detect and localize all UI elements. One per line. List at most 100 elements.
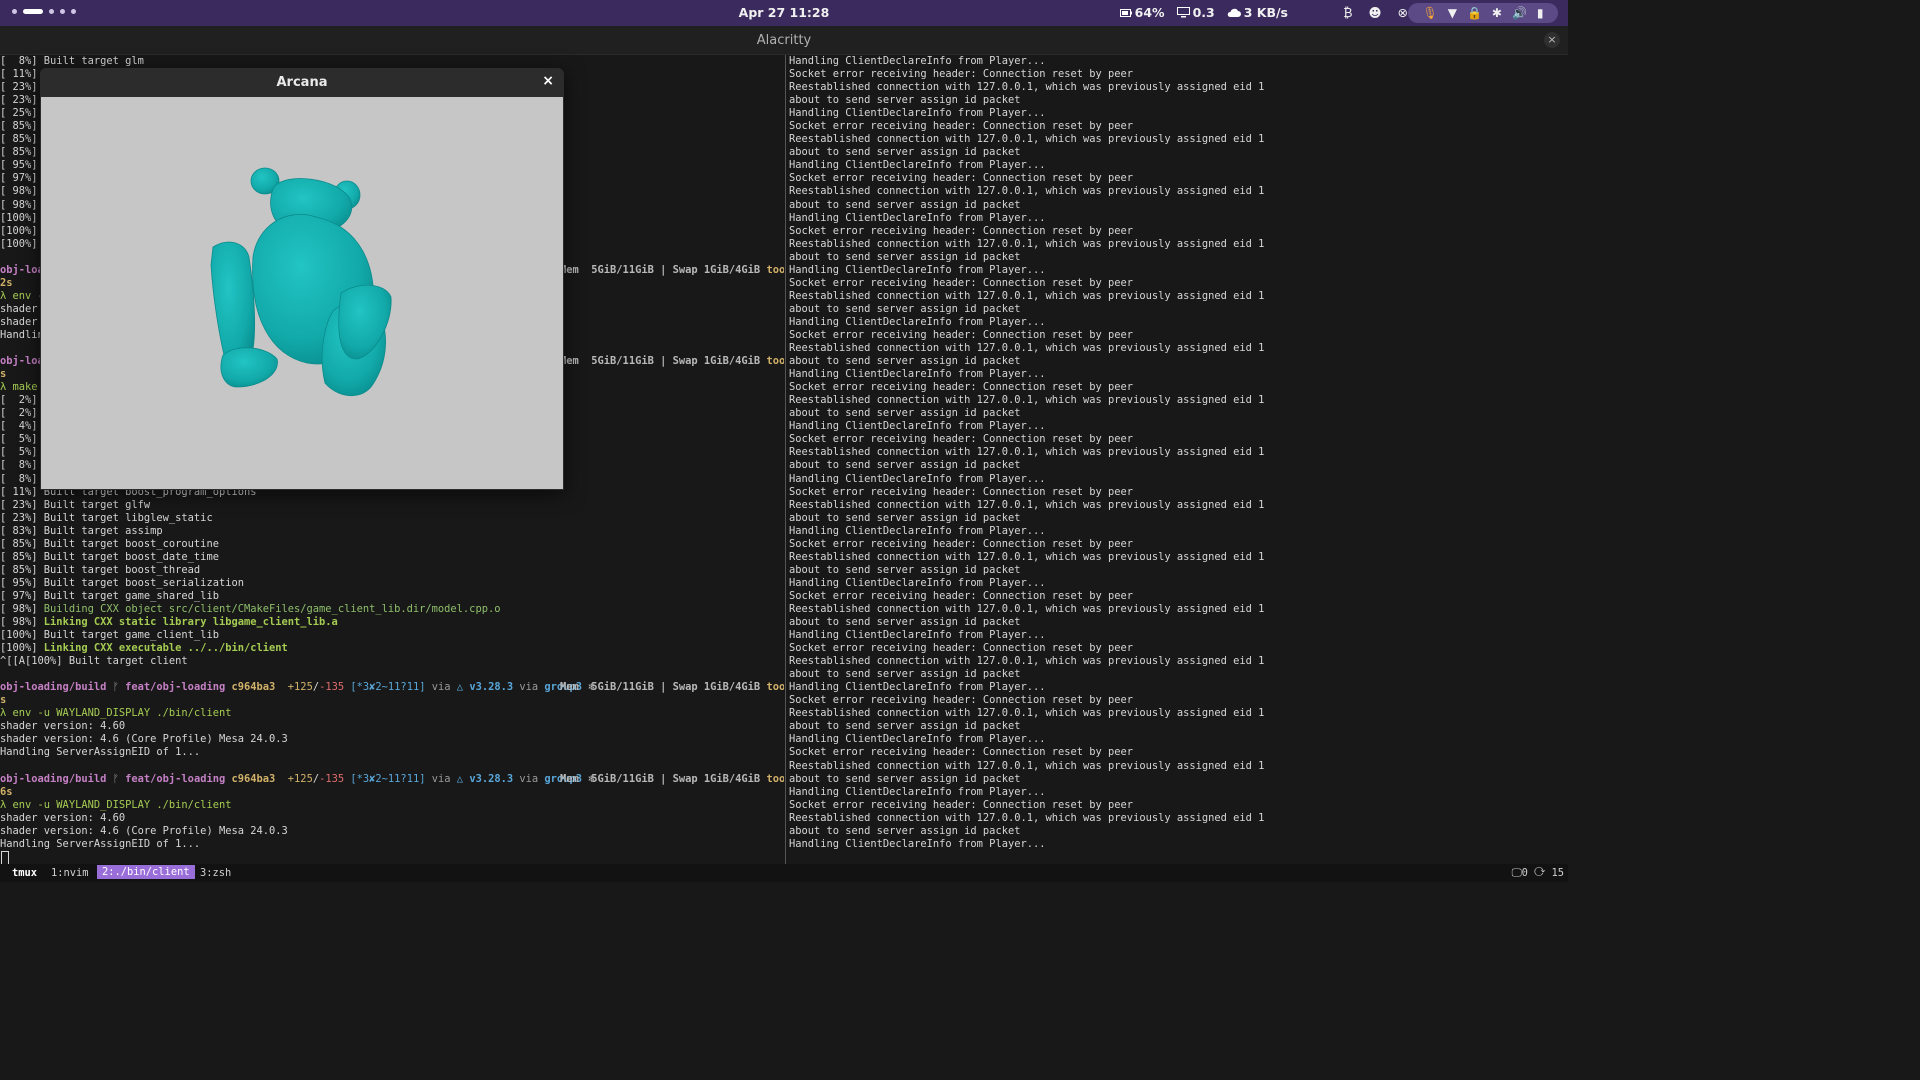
terminal-cursor xyxy=(1,851,9,865)
line-text: Reestablished connection with 127.0.0.1,… xyxy=(789,655,1265,668)
server-log-line: about to send server assign id packet xyxy=(789,146,1568,159)
terminal-line: shader version: 4.6 (Core Profile) Mesa … xyxy=(0,733,784,746)
line-text: Handling ClientDeclareInfo from Player..… xyxy=(789,524,1046,537)
line-text: [ 23%] Built target libglew_static xyxy=(0,511,213,524)
line-text: about to send server assign id packet xyxy=(789,407,1021,420)
line-text: [ 97%] xyxy=(0,172,38,185)
discord-icon[interactable]: ☻ xyxy=(1368,5,1381,20)
tmux-window-tab[interactable]: 1:nvim xyxy=(51,867,89,879)
git-icon: ᚠ xyxy=(112,772,119,785)
build-output-line: [ 98%] Linking CXX static library libgam… xyxy=(0,616,784,629)
prompt-segment: via xyxy=(519,772,539,785)
build-output-line: [ 85%] Built target boost_coroutine xyxy=(0,538,784,551)
network-stat[interactable]: 3 KB/s xyxy=(1227,5,1288,20)
prompt-segment: c964ba3 xyxy=(231,772,276,785)
server-log-line: about to send server assign id packet xyxy=(789,407,1568,420)
tmux-window-tab-active[interactable]: 2:./bin/client xyxy=(97,865,195,879)
battery-icon xyxy=(1119,8,1132,17)
arcana-close-button[interactable]: × xyxy=(542,73,554,89)
build-output-line: [ 85%] Built target boost_date_time xyxy=(0,551,784,564)
build-output-line: [ 85%] Built target boost_thread xyxy=(0,564,784,577)
line-text: Handling ClientDeclareInfo from Player..… xyxy=(789,55,1046,67)
prompt-segment: λ env -u WAYLAND_DISPLAY ./bin/client xyxy=(0,798,232,811)
close-button[interactable]: × xyxy=(1544,32,1560,48)
line-text: [ 5%] xyxy=(0,433,38,446)
line-text: [ 85%] xyxy=(0,120,38,133)
server-log-line: Socket error receiving header: Connectio… xyxy=(789,746,1568,759)
server-log-line: Reestablished connection with 127.0.0.1,… xyxy=(789,238,1568,251)
load-stat[interactable]: 0.3 xyxy=(1176,5,1215,20)
prompt-right: Mem 5GiB/11GiB | Swap 1GiB/4GiB took xyxy=(560,355,784,368)
wifi-icon: ▼ xyxy=(1447,6,1457,20)
terminal-line: shader version: 4.6 (Core Profile) Mesa … xyxy=(0,825,784,838)
server-log-line: about to send server assign id packet xyxy=(789,773,1568,786)
command-line: λ env -u WAYLAND_DISPLAY ./bin/client xyxy=(0,707,784,720)
server-log-line: Handling ClientDeclareInfo from Player..… xyxy=(789,316,1568,329)
line-text: [ 85%] xyxy=(0,133,38,146)
server-log-line: Reestablished connection with 127.0.0.1,… xyxy=(789,446,1568,459)
server-log-line: Socket error receiving header: Connectio… xyxy=(789,486,1568,499)
tmux-window-tab[interactable]: 3:zsh xyxy=(200,867,231,879)
line-text: Socket error receiving header: Connectio… xyxy=(789,433,1134,446)
server-log-line: Handling ClientDeclareInfo from Player..… xyxy=(789,577,1568,590)
render-viewport[interactable] xyxy=(41,97,563,489)
prompt-right: Mem 5GiB/11GiB | Swap 1GiB/4GiB took xyxy=(560,264,784,277)
line-text: [ 85%] Built target boost_date_time xyxy=(0,550,219,563)
xbox-icon[interactable]: ⊗ xyxy=(1398,5,1408,20)
line-text: Handling ClientDeclareInfo from Player..… xyxy=(789,837,1046,850)
line-text: Reestablished connection with 127.0.0.1,… xyxy=(789,289,1265,302)
bluetooth-icon[interactable]: ₿ xyxy=(1343,5,1352,20)
arcana-titlebar[interactable]: Arcana × xyxy=(40,68,564,97)
server-log-line: Reestablished connection with 127.0.0.1,… xyxy=(789,707,1568,720)
arcana-title: Arcana xyxy=(276,75,328,90)
prompt-segment: Mem 5GiB/11GiB | Swap 1GiB/4GiB xyxy=(560,772,761,785)
build-output-line: [100%] Built target game_client_lib xyxy=(0,629,784,642)
prompt-segment: Linking CXX executable ../../bin/client xyxy=(43,642,288,655)
server-log-line: Reestablished connection with 127.0.0.1,… xyxy=(789,812,1568,825)
build-output-line: [ 23%] Built target glfw xyxy=(0,499,784,512)
line-text: Socket error receiving header: Connectio… xyxy=(789,746,1134,759)
line-text: [ 98%] xyxy=(0,198,38,211)
window-title: Alacritty xyxy=(756,33,812,48)
prompt-segment: +125 xyxy=(287,681,313,694)
server-log-line: Reestablished connection with 127.0.0.1,… xyxy=(789,290,1568,303)
line-text: [ 8%] Built target glm xyxy=(0,55,144,67)
line-text: Socket error receiving header: Connectio… xyxy=(789,276,1134,289)
line-text: Handling ClientDeclareInfo from Player..… xyxy=(789,629,1046,642)
terminal-pane-right[interactable]: Handling ClientDeclareInfo from Player..… xyxy=(789,55,1568,864)
window-titlebar[interactable]: Alacritty × xyxy=(0,26,1568,55)
line-text: Handling ClientDeclareInfo from Player..… xyxy=(789,315,1046,328)
prompt-segment: Linking CXX static library libgame_clien… xyxy=(43,616,338,629)
line-text: about to send server assign id packet xyxy=(789,94,1021,107)
pane-divider[interactable] xyxy=(785,55,786,864)
prompt-segment: Mem 5GiB/11GiB | Swap 1GiB/4GiB xyxy=(560,355,761,368)
cloud-icon xyxy=(1227,8,1241,17)
prompt-right: Mem 5GiB/11GiB | Swap 1GiB/4GiB took xyxy=(560,681,784,694)
server-log-line: Socket error receiving header: Connectio… xyxy=(789,329,1568,342)
system-tray: ₿ ☻ ⊗ xyxy=(1343,5,1408,20)
build-output-line: [ 95%] Built target boost_serialization xyxy=(0,577,784,590)
server-log-line: Reestablished connection with 127.0.0.1,… xyxy=(789,655,1568,668)
line-text: shader version: 4.6 (Core Profile) Mesa … xyxy=(0,733,288,746)
server-log-line: about to send server assign id packet xyxy=(789,303,1568,316)
clock[interactable]: Apr 27 11:28 xyxy=(0,5,1568,20)
line-text: [ 23%] xyxy=(0,81,38,94)
line-text: Socket error receiving header: Connectio… xyxy=(789,120,1134,133)
server-log-line: Socket error receiving header: Connectio… xyxy=(789,590,1568,603)
quick-settings-pill[interactable]: 🎙 ▼ 🔒 ✱ 🔊 ▮ xyxy=(1408,3,1558,23)
arcana-window[interactable]: Arcana × xyxy=(40,68,564,490)
line-text: [100%] Built target game_client_lib xyxy=(0,629,219,642)
server-log-line: Reestablished connection with 127.0.0.1,… xyxy=(789,499,1568,512)
battery-stat[interactable]: 64% xyxy=(1119,5,1165,20)
line-text: Socket error receiving header: Connectio… xyxy=(789,381,1134,394)
line-text: about to send server assign id packet xyxy=(789,824,1021,837)
prompt-segment: [*3✘2~11?11] xyxy=(350,772,426,785)
prompt-segment: obj-loading/build xyxy=(0,772,107,785)
system-stats: 64% 0.3 3 KB/s xyxy=(1119,5,1288,20)
server-log-line: Handling ClientDeclareInfo from Player..… xyxy=(789,525,1568,538)
line-text: Reestablished connection with 127.0.0.1,… xyxy=(789,394,1265,407)
server-log-line: Handling ClientDeclareInfo from Player..… xyxy=(789,473,1568,486)
server-log-line: about to send server assign id packet xyxy=(789,564,1568,577)
prompt-segment: v3.28.3 xyxy=(469,681,514,694)
server-log-line: about to send server assign id packet xyxy=(789,251,1568,264)
